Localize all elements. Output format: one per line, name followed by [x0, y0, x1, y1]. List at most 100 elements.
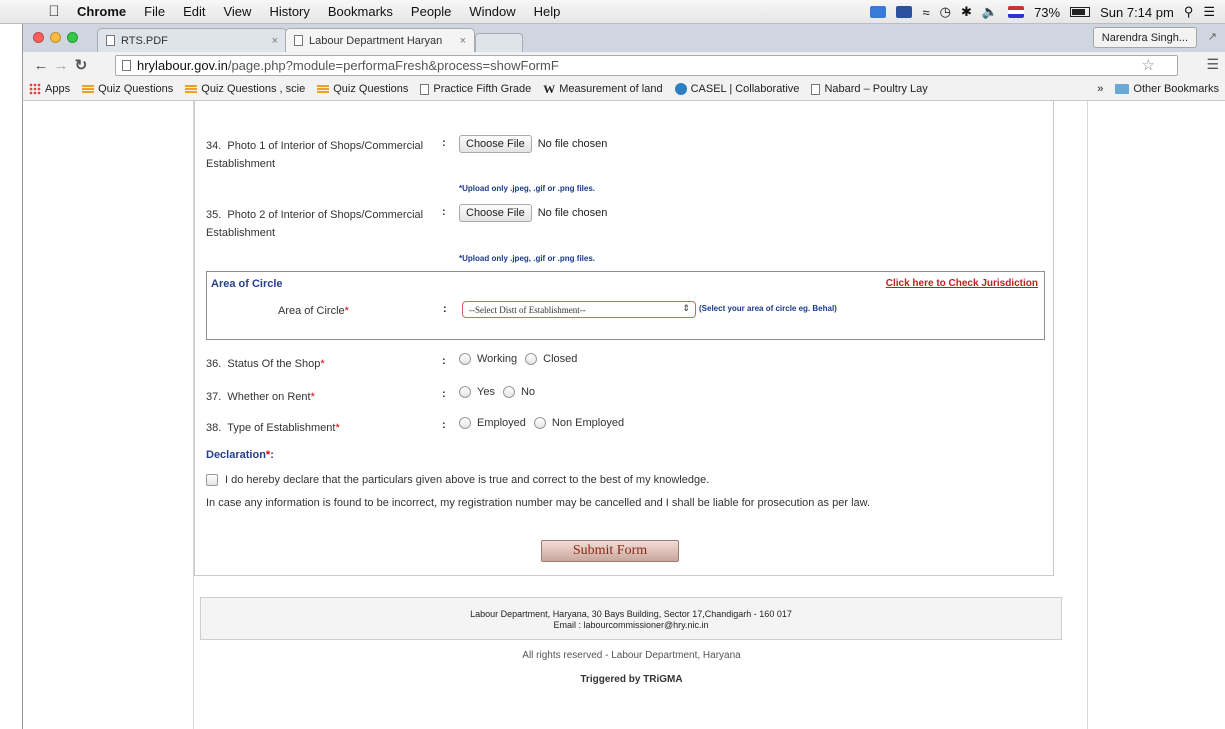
- flag-icon[interactable]: [1008, 6, 1025, 18]
- macos-menu-bar:  Chrome File Edit View History Bookmark…: [0, 0, 1225, 24]
- registration-form: 34. Photo 1 of Interior of Shops/Commerc…: [194, 101, 1054, 576]
- photo2-file-control: Choose File No file chosen: [459, 204, 607, 222]
- tab-rts-pdf[interactable]: RTS.PDF ×: [97, 28, 287, 52]
- spotlight-icon[interactable]: ⚲: [1184, 4, 1194, 20]
- check-jurisdiction-link[interactable]: Click here to Check Jurisdiction: [886, 278, 1038, 289]
- apple-icon[interactable]: : [40, 3, 68, 20]
- back-arrow-icon[interactable]: ←: [31, 57, 51, 74]
- bookmark-label: Quiz Questions: [333, 83, 409, 95]
- menu-window[interactable]: Window: [460, 4, 524, 19]
- doc-icon: [811, 83, 821, 95]
- menu-help[interactable]: Help: [525, 4, 570, 19]
- declaration-warning: In case any information is found to be i…: [206, 497, 871, 509]
- tab-labour-department[interactable]: Labour Department Haryan ×: [285, 28, 475, 52]
- bookmark-item[interactable]: Quiz Questions: [76, 83, 179, 95]
- rent-yes-radio[interactable]: [459, 386, 471, 398]
- minimize-window-icon[interactable]: [50, 32, 61, 43]
- wifi-icon[interactable]: ≈: [922, 5, 929, 20]
- footer-email: Email : labourcommissioner@hry.nic.in: [553, 620, 709, 630]
- browser-toolbar: ← → ↻ hrylabour.gov.in/page.php?module=p…: [22, 52, 1225, 78]
- declaration-text: I do hereby declare that the particulars…: [225, 474, 710, 486]
- colon: :: [442, 419, 446, 431]
- area-of-circle-note: (Select your area of circle eg. Behal): [699, 304, 837, 313]
- bookmarks-bar: Apps Quiz Questions Quiz Questions , sci…: [22, 78, 1225, 101]
- radio-label: No: [520, 386, 536, 398]
- bookmark-lines-icon: [185, 85, 198, 93]
- footer-triggered[interactable]: Triggered by TRiGMA: [194, 674, 1069, 685]
- menu-history[interactable]: History: [260, 4, 318, 19]
- bookmark-item[interactable]: Nabard – Poultry Lay: [805, 83, 933, 95]
- type-employed-radio[interactable]: [459, 417, 471, 429]
- bookmark-lines-icon: [317, 85, 330, 93]
- area-of-circle-label: Area of Circle*: [278, 305, 349, 317]
- bookmark-item[interactable]: Quiz Questions: [311, 83, 414, 95]
- footer-address: Labour Department, Haryana, 30 Bays Buil…: [470, 609, 792, 619]
- reload-icon[interactable]: ↻: [71, 56, 91, 74]
- menu-bookmarks[interactable]: Bookmarks: [319, 4, 402, 19]
- submit-form-button[interactable]: Submit Form: [541, 540, 679, 562]
- close-window-icon[interactable]: [33, 32, 44, 43]
- folder-icon: [1115, 84, 1130, 94]
- type-non-employed-radio[interactable]: [533, 417, 546, 429]
- forward-arrow-icon[interactable]: →: [51, 57, 71, 74]
- bookmark-other[interactable]: Other Bookmarks: [1109, 83, 1225, 95]
- url-host: hrylabour.gov.in: [137, 58, 228, 73]
- tab-label: RTS.PDF: [121, 34, 168, 47]
- dropbox-icon[interactable]: [870, 6, 887, 18]
- bookmark-star-icon[interactable]: ☆: [1142, 56, 1155, 74]
- area-of-circle-section: Area of Circle Click here to Check Juris…: [206, 271, 1045, 340]
- status-working-radio[interactable]: [459, 353, 471, 365]
- battery-percent[interactable]: 73%: [1034, 5, 1060, 20]
- profile-button[interactable]: Narendra Singh...: [1092, 27, 1197, 48]
- photo1-choose-file-button[interactable]: Choose File: [459, 135, 532, 153]
- volume-icon[interactable]: 🔈: [982, 4, 998, 20]
- rent-no-radio[interactable]: [502, 386, 515, 398]
- new-tab-button[interactable]: [475, 33, 523, 52]
- bookmark-item[interactable]: W Measurement of land: [537, 82, 668, 97]
- menu-app-name[interactable]: Chrome: [68, 4, 135, 19]
- section-title: Area of Circle: [211, 278, 283, 290]
- declaration-row: I do hereby declare that the particulars…: [206, 474, 709, 486]
- photo2-file-status: No file chosen: [537, 207, 608, 219]
- bookmark-item[interactable]: Practice Fifth Grade: [414, 83, 537, 95]
- photo1-file-status: No file chosen: [537, 138, 608, 150]
- grid-icon: [29, 83, 41, 95]
- bookmarks-overflow[interactable]: »: [1091, 83, 1109, 95]
- colon: :: [442, 388, 446, 400]
- bookmark-label: Apps: [45, 83, 71, 95]
- bookmark-item[interactable]: Quiz Questions , scie: [179, 83, 311, 95]
- menu-edit[interactable]: Edit: [174, 4, 214, 19]
- menu-view[interactable]: View: [214, 4, 260, 19]
- window-controls: [33, 32, 78, 43]
- status-closed-radio[interactable]: [525, 353, 538, 365]
- clock[interactable]: Sun 7:14 pm: [1100, 5, 1174, 20]
- time-machine-icon[interactable]: ◷: [940, 4, 951, 20]
- extension-icon[interactable]: [896, 6, 913, 18]
- declaration-checkbox[interactable]: [206, 474, 218, 486]
- radio-label: Working: [477, 353, 518, 365]
- status-options: Working Closed: [459, 353, 579, 365]
- photo2-choose-file-button[interactable]: Choose File: [459, 204, 532, 222]
- doc-icon: [106, 35, 115, 46]
- bookmark-label: Quiz Questions , scie: [201, 83, 306, 95]
- menu-people[interactable]: People: [402, 4, 460, 19]
- bookmark-apps[interactable]: Apps: [23, 83, 76, 95]
- doc-icon: [294, 35, 303, 46]
- notification-center-icon[interactable]: ☰: [1203, 4, 1215, 20]
- bookmark-item[interactable]: CASEL | Collaborative: [669, 83, 806, 95]
- menu-file[interactable]: File: [135, 4, 174, 19]
- close-icon[interactable]: ×: [460, 35, 466, 47]
- battery-icon[interactable]: [1070, 7, 1091, 17]
- chrome-menu-icon[interactable]: ☰: [1206, 56, 1219, 73]
- casel-icon: [674, 83, 687, 95]
- url-path: /page.php?module=performaFresh&process=s…: [227, 58, 559, 73]
- close-icon[interactable]: ×: [272, 35, 278, 47]
- window-right-edge: [1203, 101, 1225, 729]
- district-select[interactable]: --Select Distt of Establishment-- ⇕: [462, 301, 696, 318]
- fullscreen-icon[interactable]: ↗: [1208, 30, 1217, 43]
- colon: :: [442, 206, 446, 218]
- address-bar[interactable]: hrylabour.gov.in/page.php?module=perform…: [115, 55, 1178, 76]
- zoom-window-icon[interactable]: [67, 32, 78, 43]
- bluetooth-icon[interactable]: ✱: [961, 4, 972, 20]
- bookmark-label: CASEL | Collaborative: [690, 83, 800, 95]
